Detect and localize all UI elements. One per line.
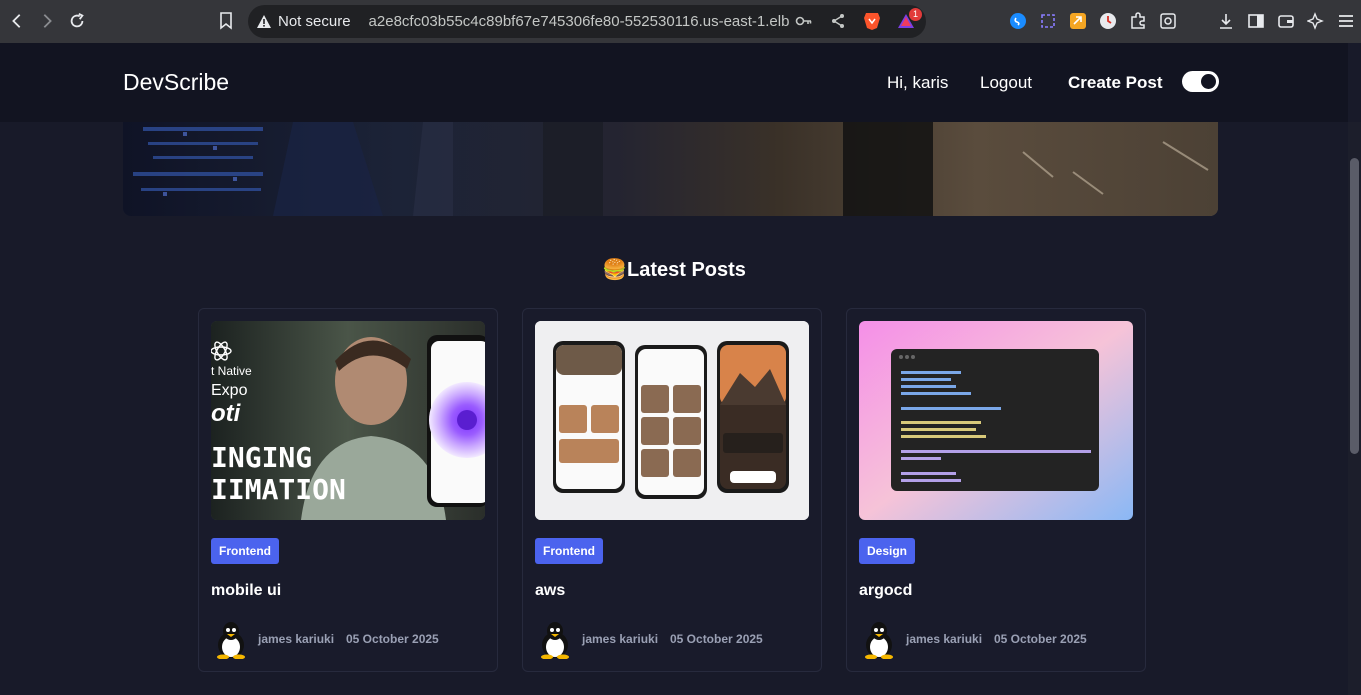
user-greeting: Hi, karis [887, 73, 949, 92]
author-name: james kariuki [906, 632, 983, 646]
tux-penguin-icon [217, 622, 245, 660]
author-avatar [859, 619, 899, 660]
post-thumbnail[interactable]: t Native Expo oti INGING IIMATION [211, 321, 485, 520]
address-bar[interactable]: Not secure a2e8cfc03b55c4c89bf67e745306f… [248, 5, 926, 38]
shazam-extension-icon[interactable] [1008, 8, 1028, 34]
url-text[interactable]: a2e8cfc03b55c4c89bf67e745306fe80-5525301… [369, 13, 789, 30]
reload-button[interactable] [62, 6, 92, 36]
key-icon[interactable] [794, 10, 814, 32]
author-avatar [535, 619, 575, 660]
post-thumbnail[interactable] [859, 321, 1133, 520]
back-button[interactable] [2, 6, 32, 36]
menu-icon[interactable] [1336, 8, 1356, 34]
thumb-text-4: INGING [211, 441, 312, 474]
logout-link[interactable]: Logout [980, 73, 1032, 93]
warning-icon[interactable] [256, 14, 272, 29]
thumb-text-5: IIMATION [211, 473, 346, 506]
category-tag[interactable]: Frontend [211, 538, 279, 564]
post-title[interactable]: aws [535, 582, 565, 600]
site-navbar: DevScribe Hi, karis Logout Create Post [0, 43, 1348, 122]
code-editor-image [859, 321, 1133, 520]
thumb-text-1: t Native [211, 364, 252, 378]
thumb-text-2: Expo [211, 382, 248, 399]
browser-toolbar: Not secure a2e8cfc03b55c4c89bf67e745306f… [0, 0, 1361, 43]
create-post-link[interactable]: Create Post [1068, 73, 1162, 93]
clock-extension-icon[interactable] [1098, 8, 1118, 34]
author-name: james kariuki [582, 632, 659, 646]
thumb-text-3: oti [211, 400, 242, 427]
server-room-image [123, 122, 1218, 216]
puzzle-extensions-icon[interactable] [1128, 8, 1148, 34]
security-label[interactable]: Not secure [278, 13, 351, 30]
reader-mode-icon[interactable] [1158, 8, 1178, 34]
category-tag[interactable]: Design [859, 538, 916, 564]
video-thumbnail-image: t Native Expo oti INGING IIMATION [211, 321, 485, 520]
wallet-icon[interactable] [1276, 8, 1296, 34]
category-tag[interactable]: Frontend [535, 538, 603, 564]
screenshot-extension-icon[interactable] [1038, 8, 1058, 34]
toggle-knob [1201, 74, 1216, 89]
post-date: 05 October 2025 [994, 632, 1087, 646]
brave-shields-icon[interactable] [862, 10, 882, 32]
brave-rewards-icon[interactable]: 1 [896, 8, 922, 32]
share-icon[interactable] [828, 10, 848, 32]
leo-ai-icon[interactable] [1306, 8, 1326, 34]
arrow-right-icon [43, 14, 52, 28]
theme-toggle[interactable] [1182, 71, 1219, 92]
scrollbar-thumb[interactable] [1350, 158, 1359, 454]
reload-icon [70, 12, 84, 28]
rewards-badge: 1 [909, 8, 922, 21]
post-card[interactable]: Design argocd james kariuki 05 October 2… [846, 308, 1146, 672]
post-card[interactable]: Frontend aws james kariuki 05 October 20… [522, 308, 822, 672]
bookmark-button[interactable] [214, 9, 238, 33]
page-scrollbar[interactable] [1348, 122, 1361, 695]
post-date: 05 October 2025 [670, 632, 763, 646]
arrow-left-icon [12, 14, 21, 28]
post-date: 05 October 2025 [346, 632, 439, 646]
author-avatar [211, 619, 251, 660]
brand-logo[interactable]: DevScribe [123, 69, 229, 96]
toolbar-spacer [1188, 8, 1206, 34]
author-name: james kariuki [258, 632, 335, 646]
hero-banner-image [123, 122, 1218, 216]
post-title[interactable]: mobile ui [211, 582, 281, 600]
tux-penguin-icon [865, 622, 893, 660]
post-thumbnail[interactable] [535, 321, 809, 520]
mobile-app-mockup-image [535, 321, 809, 520]
link-extension-icon[interactable] [1068, 8, 1088, 34]
extensions-bar [1008, 8, 1356, 34]
post-card[interactable]: t Native Expo oti INGING IIMATION Fronte… [198, 308, 498, 672]
bookmark-icon [220, 12, 232, 30]
download-icon[interactable] [1216, 8, 1236, 34]
post-title[interactable]: argocd [859, 582, 912, 600]
forward-button[interactable] [32, 6, 62, 36]
latest-posts-heading: 🍔Latest Posts [602, 259, 746, 281]
sidebar-icon[interactable] [1246, 8, 1266, 34]
tux-penguin-icon [541, 622, 569, 660]
